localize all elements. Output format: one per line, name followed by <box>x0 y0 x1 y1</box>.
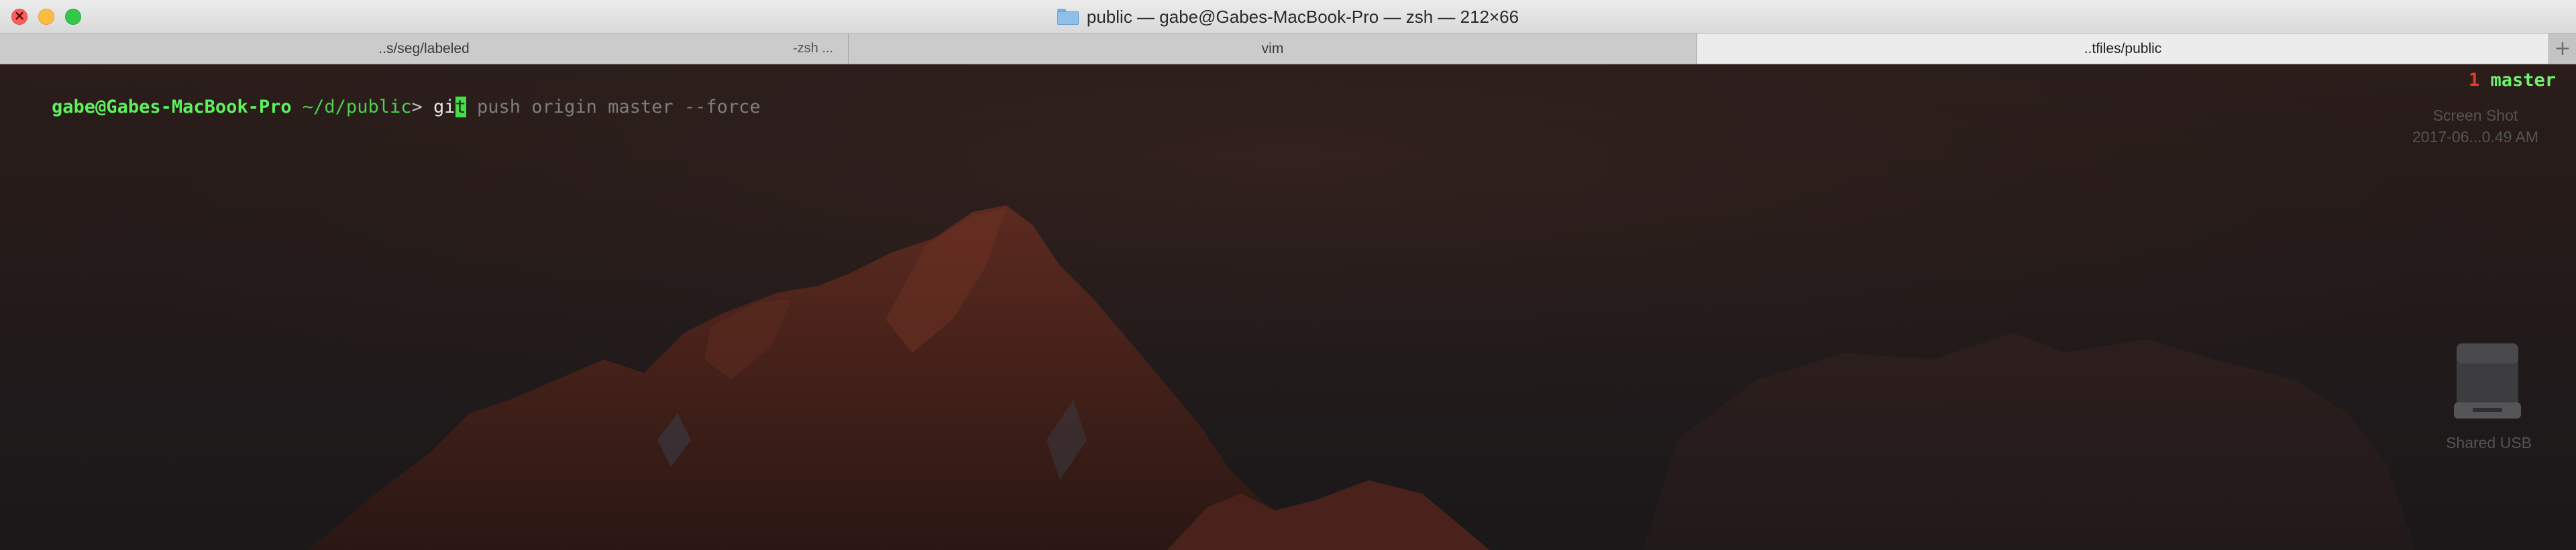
prompt-path: ~/d/public <box>291 97 412 117</box>
window-title: public — gabe@Gabes-MacBook-Pro — zsh — … <box>0 0 2576 34</box>
right-prompt: 1 master <box>2469 67 2556 94</box>
terminal-view[interactable]: gabe@Gabes-MacBook-Pro ~/d/public> git p… <box>0 64 2576 550</box>
usb-drive-icon[interactable] <box>2453 342 2522 421</box>
tab-label: ..tfiles/public <box>2084 40 2162 56</box>
tab-label: ..s/seg/labeled <box>378 40 470 56</box>
tab-process-label: -zsh ... <box>792 41 833 56</box>
text-cursor: t <box>455 97 466 117</box>
tab-label: vim <box>1261 40 1284 56</box>
desktop-wallpaper <box>0 64 2576 550</box>
typed-command: gi <box>433 97 455 117</box>
prompt-user: gabe@Gabes-MacBook-Pro <box>52 97 292 117</box>
job-count: 1 <box>2468 70 2480 91</box>
tab-vim[interactable]: vim <box>849 34 1697 64</box>
autosuggestion: push origin master --force <box>466 97 761 117</box>
window-title-text: public — gabe@Gabes-MacBook-Pro — zsh — … <box>1086 6 1519 27</box>
git-branch: master <box>2479 70 2556 91</box>
title-bar: public — gabe@Gabes-MacBook-Pro — zsh — … <box>0 0 2576 34</box>
tab-public[interactable]: ..tfiles/public <box>1697 34 2549 64</box>
tab-labeled[interactable]: ..s/seg/labeled -zsh ... <box>0 34 849 64</box>
tab-bar: ..s/seg/labeled -zsh ... vim ..tfiles/pu… <box>0 34 2576 64</box>
folder-icon <box>1057 9 1079 25</box>
command-line[interactable]: gabe@Gabes-MacBook-Pro ~/d/public> git p… <box>8 67 761 117</box>
new-tab-button[interactable]: + <box>2549 34 2576 64</box>
screenshot-label-line2: 2017-06...0.49 AM <box>2412 128 2538 146</box>
usb-drive-label: Shared USB <box>2446 434 2532 451</box>
prompt-symbol: > <box>411 97 433 117</box>
screenshot-label-line1: Screen Shot <box>2432 107 2518 124</box>
desktop-screenshot-item[interactable]: Screen Shot 2017-06...0.49 AM <box>2388 105 2563 148</box>
